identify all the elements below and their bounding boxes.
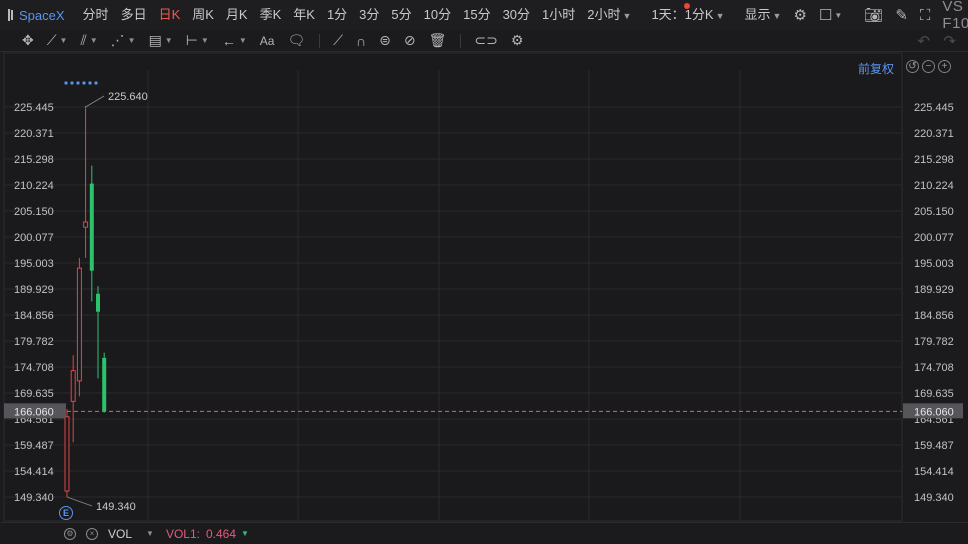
candle-body[interactable] [64,416,70,492]
indicator-name[interactable]: VOL [108,527,132,541]
y-tick-label-left: 189.929 [14,284,54,296]
volume-label: VOL1: [165,526,200,541]
event-badge[interactable]: E [59,506,73,520]
y-tick-label-right: 149.340 [914,492,954,504]
event-dot[interactable] [64,81,68,85]
y-tick-label-left: 215.298 [14,154,54,166]
zoom-controls: ↺ − + [906,60,951,73]
y-tick-label-left: 220.371 [14,128,54,140]
candle-body[interactable] [102,357,107,412]
reset-icon[interactable]: ↺ [906,60,919,73]
y-tick-label-left: 200.077 [14,232,54,244]
event-dot[interactable] [94,81,98,85]
plot-area [3,52,903,522]
candle-body[interactable] [89,183,94,271]
y-tick-label-left: 205.150 [14,206,54,218]
min-price-label: 149.340 [96,501,136,513]
y-tick-label-left: 184.856 [14,310,54,322]
adjust-mode-button[interactable]: 前复权 [858,60,894,77]
y-tick-label-right: 174.708 [914,362,954,374]
current-price-label-left: 166.060 [14,406,54,418]
indicator-bar: ⚙ × VOL ▼ VOL1: 0.464 ▼ [0,522,968,544]
indicator-settings-icon[interactable]: ⚙ [64,527,76,540]
y-tick-label-left: 149.340 [14,492,54,504]
event-dot[interactable] [70,81,74,85]
y-tick-label-right: 220.371 [914,128,954,140]
y-tick-label-left: 169.635 [14,388,54,400]
candle-body[interactable] [76,267,82,382]
y-tick-label-left: 174.708 [14,362,54,374]
candle-body[interactable] [70,370,76,402]
candle-body[interactable] [96,293,100,312]
y-tick-label-right: 154.414 [914,466,954,478]
candlestick-chart[interactable]: 225.445 225.445 220.371 220.371 215.298 215.2… [0,0,968,544]
y-tick-label-left: 225.445 [14,102,54,114]
y-tick-label-right: 184.856 [914,310,954,322]
y-tick-label-right: 210.224 [914,180,954,192]
chevron-down-icon[interactable]: ▼ [146,529,154,538]
event-dot[interactable] [88,81,92,85]
y-tick-label-right: 205.150 [914,206,954,218]
y-tick-label-right: 195.003 [914,258,954,270]
y-tick-label-right: 179.782 [914,336,954,348]
volume-trend-icon: ▼ [241,529,249,538]
volume-value: 0.464 [205,526,236,541]
event-dot[interactable] [76,81,80,85]
y-tick-label-left: 179.782 [14,336,54,348]
y-tick-label-right: 159.487 [914,440,954,452]
y-tick-label-right: 189.929 [914,284,954,296]
current-price-label-right: 166.060 [914,406,954,418]
event-dot[interactable] [82,81,86,85]
y-tick-label-left: 159.487 [14,440,54,452]
y-tick-label-right: 215.298 [914,154,954,166]
y-tick-label-right: 169.635 [914,388,954,400]
y-tick-label-right: 225.445 [914,102,954,114]
y-tick-label-left: 195.003 [14,258,54,270]
y-tick-label-right: 200.077 [914,232,954,244]
candle-body[interactable] [83,221,89,228]
y-tick-label-left: 154.414 [14,466,54,478]
max-price-label: 225.640 [108,91,148,103]
y-tick-label-left: 210.224 [14,180,54,192]
zoom-in-icon[interactable]: + [938,60,951,73]
zoom-out-icon[interactable]: − [922,60,935,73]
close-icon[interactable]: × [86,527,98,540]
